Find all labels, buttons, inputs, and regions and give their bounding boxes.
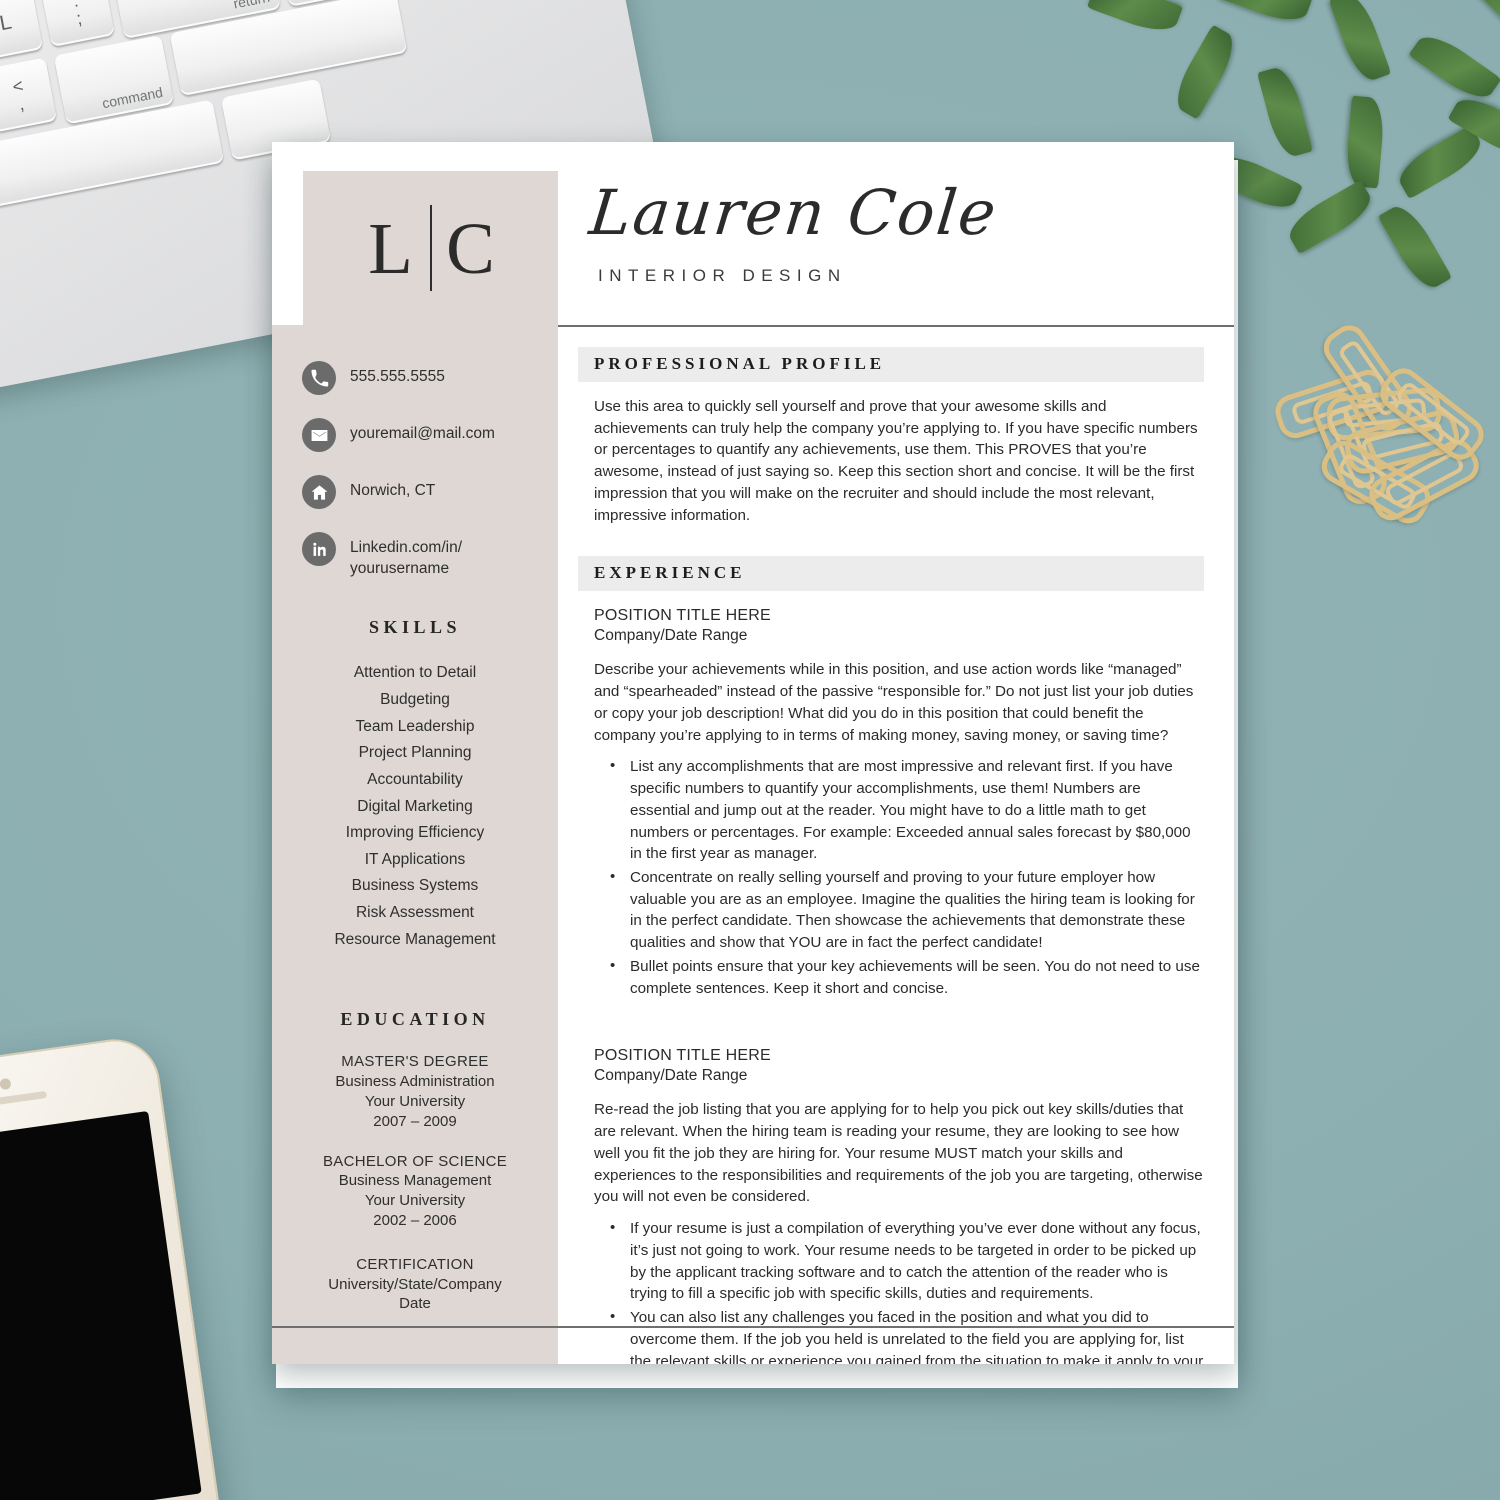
skills-list: Attention to Detail Budgeting Team Leade… [290,660,540,953]
education-school: Your University [364,1093,466,1111]
job-bullet: Concentrate on really selling yourself a… [610,866,1204,954]
job-bullet: List any accomplishments that are most i… [610,755,1204,865]
job-title: POSITION TITLE HERE [594,1047,771,1065]
skill-item: Accountability [367,770,463,788]
monogram-divider [429,205,432,291]
skill-item: Project Planning [358,744,472,762]
job-bullet: If your resume is just a compilation of … [610,1217,1204,1305]
education-dates: 2007 – 2009 [373,1112,457,1130]
monogram-right-initial: C [446,207,495,289]
resume-sidebar: 555.555.5555 youremail@mail.com Norwich,… [272,325,558,1364]
education-entry: BACHELOR OF SCIENCE Business Management … [290,1152,540,1231]
resume-main: PROFESSIONAL PROFILE Use this area to qu… [558,325,1234,1364]
job-bullet: You can also list any challenges you fac… [610,1306,1204,1364]
experience-entry: POSITION TITLE HERE Company/Date Range R… [578,1047,1204,1364]
job-meta: Company/Date Range [594,627,748,645]
contact-phone-text: 555.555.5555 [350,368,445,385]
experience-entry: POSITION TITLE HERE Company/Date Range D… [578,607,1204,999]
contact-item-location: Norwich, CT [302,475,540,509]
skills-heading: SKILLS [368,617,462,638]
education-degree: CERTIFICATION [356,1255,474,1273]
contact-list: 555.555.5555 youremail@mail.com Norwich,… [302,361,540,579]
job-title: POSITION TITLE HERE [594,607,771,625]
education-heading: EDUCATION [340,1009,490,1030]
monogram-logo: L C [303,171,558,325]
education-degree: BACHELOR OF SCIENCE [322,1152,508,1170]
job-description: Re-read the job listing that you are app… [594,1101,1203,1206]
skill-item: Digital Marketing [357,797,473,815]
phone-screen [0,1110,202,1500]
contact-item-email: youremail@mail.com [302,418,540,452]
resume-header: L C Lauren Cole INTERIOR DESIGN [272,142,1234,327]
skill-item: Resource Management [334,930,496,948]
education-field: University/State/Company [328,1275,502,1293]
home-icon [302,475,336,509]
job-bullet-list: If your resume is just a compilation of … [578,1217,1204,1364]
section-heading-profile: PROFESSIONAL PROFILE [578,347,1204,382]
paperclip-cluster [1270,318,1491,538]
monogram-left-initial: L [368,207,413,289]
key-semicolon: :; [39,0,115,47]
skill-item: Team Leadership [355,717,475,735]
phone-speaker [0,1090,48,1109]
phone-camera [0,1077,12,1091]
sidebar-footer-block [272,1328,558,1364]
skill-item: IT Applications [364,850,466,868]
skill-item: Business Systems [351,877,479,895]
skill-item: Improving Efficiency [345,824,485,842]
skill-item: Budgeting [380,690,450,708]
name-block: Lauren Cole INTERIOR DESIGN [586,176,1001,286]
job-bullet: Bullet points ensure that your key achie… [610,955,1204,999]
candidate-subtitle: INTERIOR DESIGN [598,266,847,285]
education-field: Business Administration [335,1073,495,1091]
key-l: L [0,0,44,61]
education-school: Date [399,1295,431,1313]
job-bullet-list: List any accomplishments that are most i… [578,755,1204,999]
skill-item: Risk Assessment [355,904,474,922]
phone-icon [302,361,336,395]
education-field: Business Management [338,1172,492,1190]
section-heading-experience: EXPERIENCE [578,556,1204,592]
footer-divider [272,1326,1234,1328]
email-icon [302,418,336,452]
education-entry: MASTER'S DEGREE Business Administration … [290,1052,540,1131]
education-dates: 2002 – 2006 [373,1212,457,1230]
candidate-name: Lauren Cole [586,176,1002,249]
linkedin-icon [302,532,336,566]
education-school: Your University [364,1192,466,1210]
key-comma: <, [0,57,58,133]
resume-page: L C Lauren Cole INTERIOR DESIGN 555.555.… [272,142,1234,1364]
contact-email-text: youremail@mail.com [350,425,495,442]
job-meta: Company/Date Range [594,1067,748,1085]
contact-linkedin-text: Linkedin.com/in/ yourusername [350,539,463,577]
job-description: Describe your achievements while in this… [594,661,1194,744]
resume-body: 555.555.5555 youremail@mail.com Norwich,… [272,325,1234,1364]
education-degree: MASTER'S DEGREE [341,1053,489,1071]
contact-item-linkedin: Linkedin.com/in/ yourusername [302,532,540,579]
education-entry: CERTIFICATION University/State/Company D… [290,1255,540,1314]
contact-item-phone: 555.555.5555 [302,361,540,395]
skill-item: Attention to Detail [353,664,477,682]
profile-paragraph: Use this area to quickly sell yourself a… [594,398,1198,524]
contact-location-text: Norwich, CT [350,482,436,499]
